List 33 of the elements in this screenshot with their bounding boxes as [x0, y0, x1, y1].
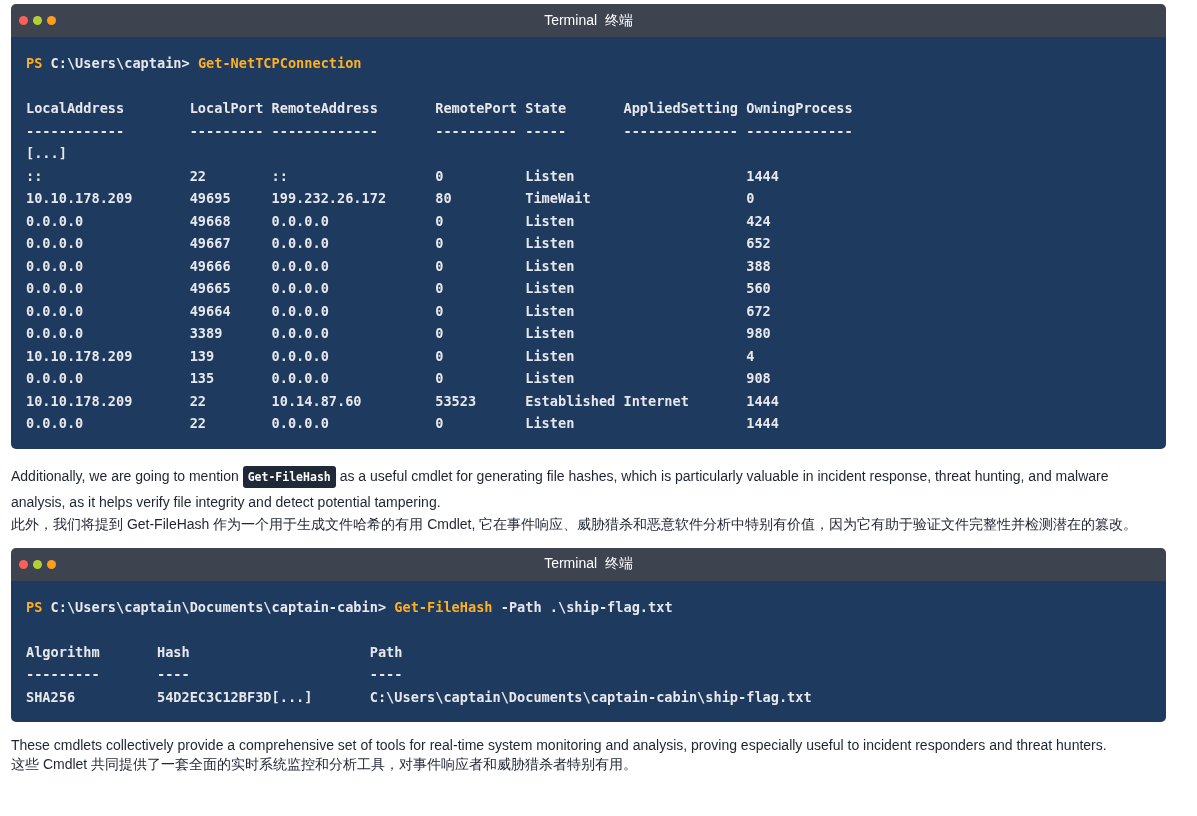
maximize-icon[interactable] — [33, 559, 42, 569]
minimize-icon[interactable] — [47, 559, 56, 569]
output-line: 0.0.0.0 49664 0.0.0.0 0 Listen 672 — [26, 301, 772, 321]
output-line: Algorithm Hash Path — [26, 642, 404, 662]
output-line: 10.10.178.209 139 0.0.0.0 0 Listen 4 — [26, 346, 756, 366]
output-line: 0.0.0.0 49665 0.0.0.0 0 Listen 560 — [26, 279, 772, 298]
output-line: ------------ --------- ------------- ---------- ----- -------------- ------------- — [26, 121, 854, 141]
output-line: 0.0.0.0 49667 0.0.0.0 0 Listen 652 — [26, 234, 772, 253]
output-line: 0.0.0.0 135 0.0.0.0 0 Listen 908 — [26, 369, 772, 388]
output-line: 0.0.0.0 3389 0.0.0.0 0 Listen 980 — [26, 324, 772, 343]
output-line: 0.0.0.0 49666 0.0.0.0 0 Listen 388 — [26, 256, 772, 276]
output-line: LocalAddress LocalPort RemoteAddress RemotePort State AppliedSetting OwningProcess — [26, 99, 854, 118]
paragraph: 这些 Cmdlet 共同提供了一套全面的实时系统监控和分析工具，对事件响应者和威胁猎杀者特别有用。 — [11, 755, 639, 774]
inline-code: Get-FileHash — [242, 465, 336, 488]
output-line: [...] — [26, 144, 68, 163]
output-line: 10.10.178.209 49695 199.232.26.172 80 TimeWait 0 — [26, 189, 756, 208]
paragraph: 此外，我们将提到 Get-FileHash 作为一个用于生成文件哈希的有用 Cmdlet, 它在事件响应、威胁猎杀和恶意软件分析中特别有价值，因为它有助于验证文件完整性并检测潜在的篡改。 — [11, 514, 1139, 534]
close-icon[interactable] — [19, 16, 28, 25]
paragraph: These cmdlets collectively provide a comprehensive set of tools for real-time system monitoring and analysis, proving especially useful to incident responders and threat hunters. — [11, 736, 1108, 755]
maximize-icon[interactable] — [33, 16, 42, 25]
output-line: 0.0.0.0 22 0.0.0.0 0 Listen 1444 — [26, 414, 780, 433]
output-line: 10.10.178.209 22 10.14.87.60 53523 Established Internet 1444 — [26, 391, 780, 411]
minimize-icon[interactable] — [47, 16, 56, 25]
output-line: SHA256 54D2EC3C12BF3D[...] C:\Users\captain\Documents\captain-cabin\ship-flag.txt — [26, 687, 813, 707]
close-icon[interactable] — [19, 559, 28, 569]
paragraph: Additionally, we are going to mention Get-FileHash as a useful cmdlet for generating file hashes, which is particularly valuable in incident response, threat hunting, and malware analysis, as it helps verify file integrity and detect potential tampering. — [11, 464, 1110, 512]
output-line: 0.0.0.0 49668 0.0.0.0 0 Listen 424 — [26, 211, 772, 231]
command-line: PS C:\Users\captain\Documents\captain-cabin> Get-FileHash -Path .\ship-flag.txt — [26, 597, 674, 617]
window-title: Terminal 终端 — [544, 555, 633, 573]
output-line: :: 22 :: 0 Listen 1444 — [26, 166, 780, 186]
output-line: --------- ---- ---- — [26, 665, 404, 684]
window-title: Terminal 终端 — [544, 11, 633, 30]
command-line: PS C:\Users\captain> Get-NetTCPConnection — [26, 54, 363, 73]
